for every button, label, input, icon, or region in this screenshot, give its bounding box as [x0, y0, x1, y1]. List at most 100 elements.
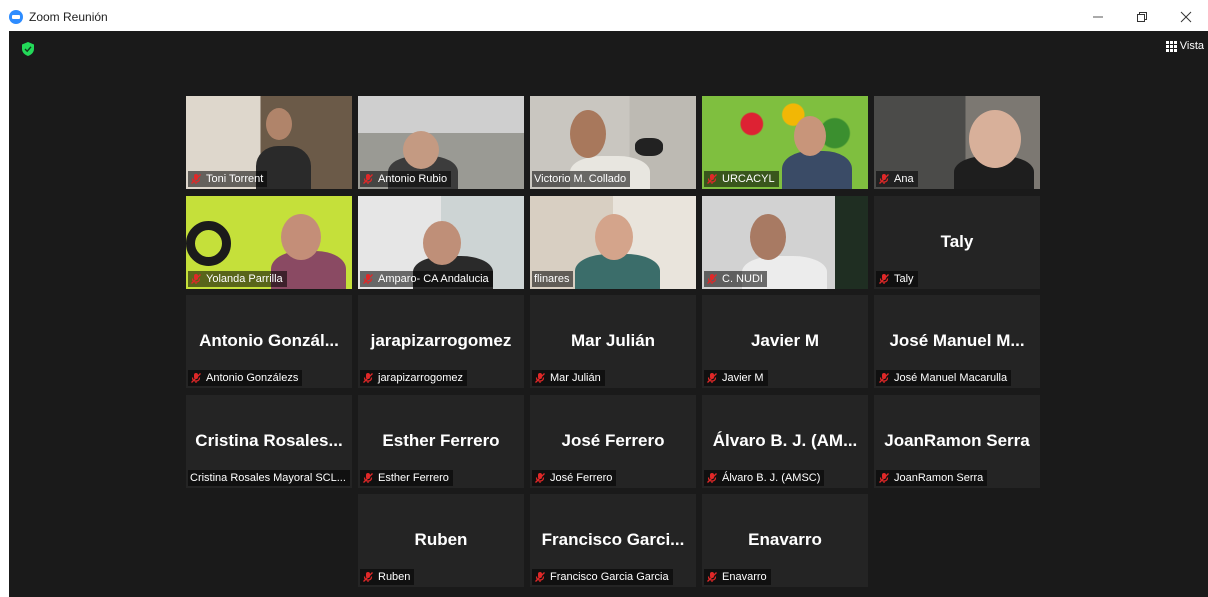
close-button[interactable]	[1164, 0, 1208, 34]
participant-tile[interactable]: José Manuel M... José Manuel Macarulla	[874, 295, 1040, 388]
participant-name-label: Antonio Rubio	[378, 173, 448, 185]
participant-tile[interactable]: URCACYL	[702, 96, 868, 189]
shield-check-icon[interactable]	[22, 42, 34, 56]
mic-muted-icon	[878, 273, 890, 285]
participant-display-name: Taly	[940, 232, 974, 251]
participant-display-name: Cristina Rosales...	[195, 431, 343, 450]
mic-muted-icon	[190, 273, 202, 285]
participant-name-tag: José Manuel Macarulla	[876, 370, 1012, 386]
participant-display-name: Javier M	[750, 331, 820, 350]
participant-tile[interactable]: Taly Taly	[874, 196, 1040, 289]
participant-display-name: José Ferrero	[561, 431, 665, 450]
participant-tile[interactable]: Ana	[874, 96, 1040, 189]
participant-name-label: flinares	[534, 273, 570, 285]
meeting-area: Vista Toni Torrent Antonio Rubio Victorio …	[9, 31, 1208, 597]
participant-name-tag: URCACYL	[704, 171, 779, 187]
participant-display-name: José Manuel M...	[889, 331, 1025, 350]
mic-muted-icon	[706, 571, 718, 583]
mic-muted-icon	[878, 372, 890, 384]
participant-tile[interactable]: jarapizarrogomez jarapizarrogomez	[358, 295, 524, 388]
participant-name-tag: Toni Torrent	[188, 171, 268, 187]
participant-tile[interactable]: C. NUDI	[702, 196, 868, 289]
participant-tile[interactable]: Antonio Gonzál... Antonio Gonzálezs	[186, 295, 352, 388]
restore-icon	[1137, 12, 1147, 22]
mic-muted-icon	[362, 173, 374, 185]
mic-muted-icon	[534, 472, 546, 484]
participant-display-name: Mar Julián	[570, 331, 656, 350]
participant-tile[interactable]: JoanRamon Serra JoanRamon Serra	[874, 395, 1040, 488]
participant-display-name: Francisco Garci...	[541, 530, 685, 549]
mic-muted-icon	[190, 173, 202, 185]
mic-muted-icon	[362, 372, 374, 384]
participant-name-label: Francisco Garcia Garcia	[550, 571, 669, 583]
participant-tile[interactable]: Álvaro B. J. (AM... Álvaro B. J. (AMSC)	[702, 395, 868, 488]
participant-name-label: Yolanda Parrilla	[206, 273, 283, 285]
participant-name-tag: Victorio M. Collado	[532, 171, 631, 187]
participant-name-tag: José Ferrero	[532, 470, 617, 486]
participant-tile[interactable]: Cristina Rosales... Cristina Rosales Mayo…	[186, 395, 352, 488]
mic-muted-icon	[362, 571, 374, 583]
participant-name-tag: Taly	[876, 271, 918, 287]
participant-name-tag: Javier M	[704, 370, 768, 386]
mic-muted-icon	[706, 273, 718, 285]
participant-name-tag: Álvaro B. J. (AMSC)	[704, 470, 825, 486]
mic-muted-icon	[362, 273, 374, 285]
participant-name-tag: Mar Julián	[532, 370, 605, 386]
participant-display-name: Ruben	[414, 530, 468, 549]
participant-name-label: Amparo- CA Andalucia	[378, 273, 489, 285]
participant-name-label: Esther Ferrero	[378, 472, 449, 484]
participant-name-tag: Antonio Gonzálezs	[188, 370, 303, 386]
participant-name-label: Ana	[894, 173, 914, 185]
participant-tile[interactable]: Javier M Javier M	[702, 295, 868, 388]
restore-button[interactable]	[1120, 0, 1164, 34]
participant-tile[interactable]: Toni Torrent	[186, 96, 352, 189]
participant-display-name: jarapizarrogomez	[370, 331, 512, 350]
window-title: Zoom Reunión	[29, 10, 108, 24]
participant-name-label: C. NUDI	[722, 273, 763, 285]
participant-tile[interactable]: Enavarro Enavarro	[702, 494, 868, 587]
participant-name-label: Mar Julián	[550, 372, 601, 384]
minimize-icon	[1093, 16, 1103, 18]
participant-tile[interactable]: José Ferrero José Ferrero	[530, 395, 696, 488]
participant-tile[interactable]: Victorio M. Collado	[530, 96, 696, 189]
participant-display-name: Enavarro	[748, 530, 822, 549]
participant-name-tag: Francisco Garcia Garcia	[532, 569, 673, 585]
minimize-button[interactable]	[1076, 0, 1120, 34]
participant-name-tag: jarapizarrogomez	[360, 370, 467, 386]
participant-display-name: Esther Ferrero	[382, 431, 500, 450]
participant-tile[interactable]: flinares	[530, 196, 696, 289]
participant-tile[interactable]: Ruben Ruben	[358, 494, 524, 587]
mic-muted-icon	[534, 372, 546, 384]
participant-name-tag: Amparo- CA Andalucia	[360, 271, 493, 287]
participant-tile[interactable]: Mar Julián Mar Julián	[530, 295, 696, 388]
mic-muted-icon	[706, 372, 718, 384]
participant-display-name: JoanRamon Serra	[884, 431, 1030, 450]
participant-display-name: Antonio Gonzál...	[199, 331, 339, 350]
participant-name-label: URCACYL	[722, 173, 775, 185]
mic-muted-icon	[878, 472, 890, 484]
participant-name-tag: Ana	[876, 171, 918, 187]
participant-name-tag: Esther Ferrero	[360, 470, 453, 486]
participant-tile[interactable]: Amparo- CA Andalucia	[358, 196, 524, 289]
participant-name-label: JoanRamon Serra	[894, 472, 984, 484]
participant-name-label: Antonio Gonzálezs	[206, 372, 299, 384]
participant-tile[interactable]: Yolanda Parrilla	[186, 196, 352, 289]
view-button[interactable]: Vista	[1165, 40, 1204, 52]
participant-name-label: Taly	[894, 273, 914, 285]
participant-tile[interactable]: Esther Ferrero Esther Ferrero	[358, 395, 524, 488]
participant-tile[interactable]: Antonio Rubio	[358, 96, 524, 189]
participant-name-label: José Manuel Macarulla	[894, 372, 1008, 384]
participant-name-tag: Cristina Rosales Mayoral SCL...	[188, 470, 350, 486]
mic-muted-icon	[878, 173, 890, 185]
view-button-label: Vista	[1179, 40, 1204, 52]
zoom-logo-icon	[9, 10, 23, 24]
participant-name-label: Toni Torrent	[206, 173, 264, 185]
title-bar: Zoom Reunión	[0, 0, 1208, 34]
window-controls	[1076, 0, 1208, 34]
mic-muted-icon	[190, 372, 202, 384]
participant-name-label: Javier M	[722, 372, 764, 384]
close-icon	[1180, 11, 1192, 23]
participant-name-tag: Ruben	[360, 569, 415, 585]
participant-tile[interactable]: Francisco Garci... Francisco Garcia Garci…	[530, 494, 696, 587]
participant-name-tag: Enavarro	[704, 569, 771, 585]
